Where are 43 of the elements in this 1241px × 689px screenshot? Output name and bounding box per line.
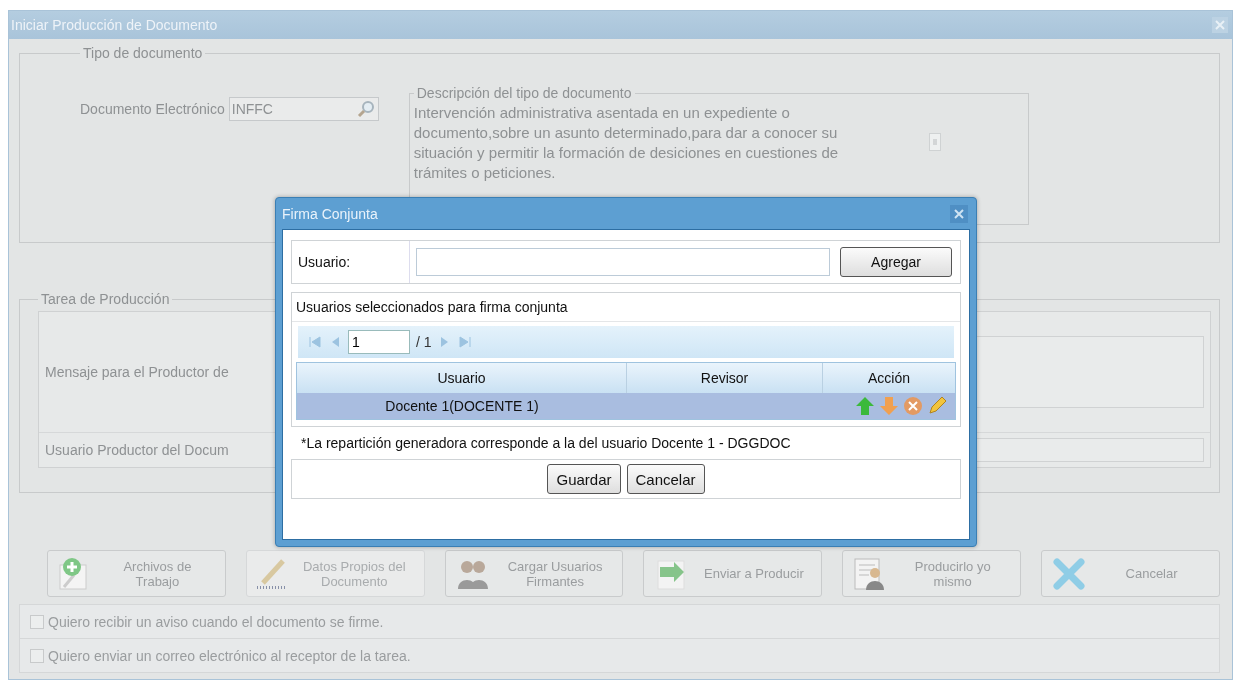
column-header: Acción — [867, 369, 911, 388]
checkbox[interactable] — [30, 648, 44, 663]
action-button[interactable]: Enviar a Producir — [643, 550, 823, 597]
field-label: Mensaje para el Productor de — [45, 364, 229, 380]
checkbox-label: Quiero recibir un aviso cuando el documento se firme. — [48, 613, 384, 630]
search-icon[interactable] — [355, 99, 376, 119]
checkbox[interactable] — [30, 614, 44, 629]
close-icon[interactable] — [950, 204, 968, 223]
up-arrow-icon[interactable] — [855, 396, 875, 416]
table-cell-text: Docente 1(DOCENTE 1) — [384, 397, 540, 416]
last-page-icon[interactable] — [457, 336, 472, 348]
page-number-field[interactable]: 1 — [348, 330, 410, 354]
dialog-button[interactable]: Guardar — [547, 464, 621, 494]
pencil-icon[interactable] — [927, 396, 947, 416]
description-text: Intervención administrativa asentada en un expediente o documento,sobre un asunto determinado,para dar a conocer su situación y permitir la formación de desiciones en cuestiones de trámites o peticiones. — [413, 103, 840, 183]
note-text: *La repartición generadora corresponde a la del usuario Docente 1 - DGGDOC — [300, 435, 792, 451]
action-button[interactable]: Cancelar — [1041, 550, 1220, 597]
add-button[interactable]: Agregar — [840, 247, 952, 277]
field-label: Usuario: — [292, 241, 410, 283]
close-icon[interactable] — [1212, 17, 1228, 33]
scrollbar-thumb-icon — [928, 133, 941, 151]
group-legend: Descripción del tipo de documento — [413, 85, 635, 101]
cancel-icon — [1052, 556, 1087, 591]
pencil-ruler-icon — [256, 558, 287, 589]
action-button[interactable]: Producirlo yo mismo — [842, 550, 1022, 597]
dialog-button[interactable]: Cancelar — [626, 464, 705, 494]
group-legend: Tipo de documento — [80, 45, 206, 61]
list-title: Usuarios seleccionados para firma conjunta — [292, 293, 960, 322]
delete-icon[interactable] — [903, 396, 923, 416]
field-label: Documento Electrónico — [80, 101, 225, 117]
first-page-icon[interactable] — [308, 336, 322, 348]
action-button[interactable]: Archivos de Trabajo — [47, 550, 226, 597]
down-arrow-icon[interactable] — [879, 396, 899, 416]
window-title: Iniciar Producción de Documento — [11, 17, 218, 33]
group-legend: Tarea de Producción — [38, 291, 173, 307]
page-total: / 1 — [416, 334, 432, 350]
dialog-title: Firma Conjunta — [282, 205, 378, 222]
action-button[interactable]: Cargar Usuarios Firmantes — [444, 550, 624, 597]
checkbox-label: Quiero enviar un correo electrónico al receptor de la tarea. — [48, 647, 411, 664]
user-input-field[interactable] — [416, 248, 830, 276]
field-label: Usuario Productor del Docum — [45, 442, 229, 458]
table-row[interactable]: Docente 1(DOCENTE 1) — [297, 393, 955, 419]
document-type-field[interactable]: INFFC — [228, 97, 379, 121]
